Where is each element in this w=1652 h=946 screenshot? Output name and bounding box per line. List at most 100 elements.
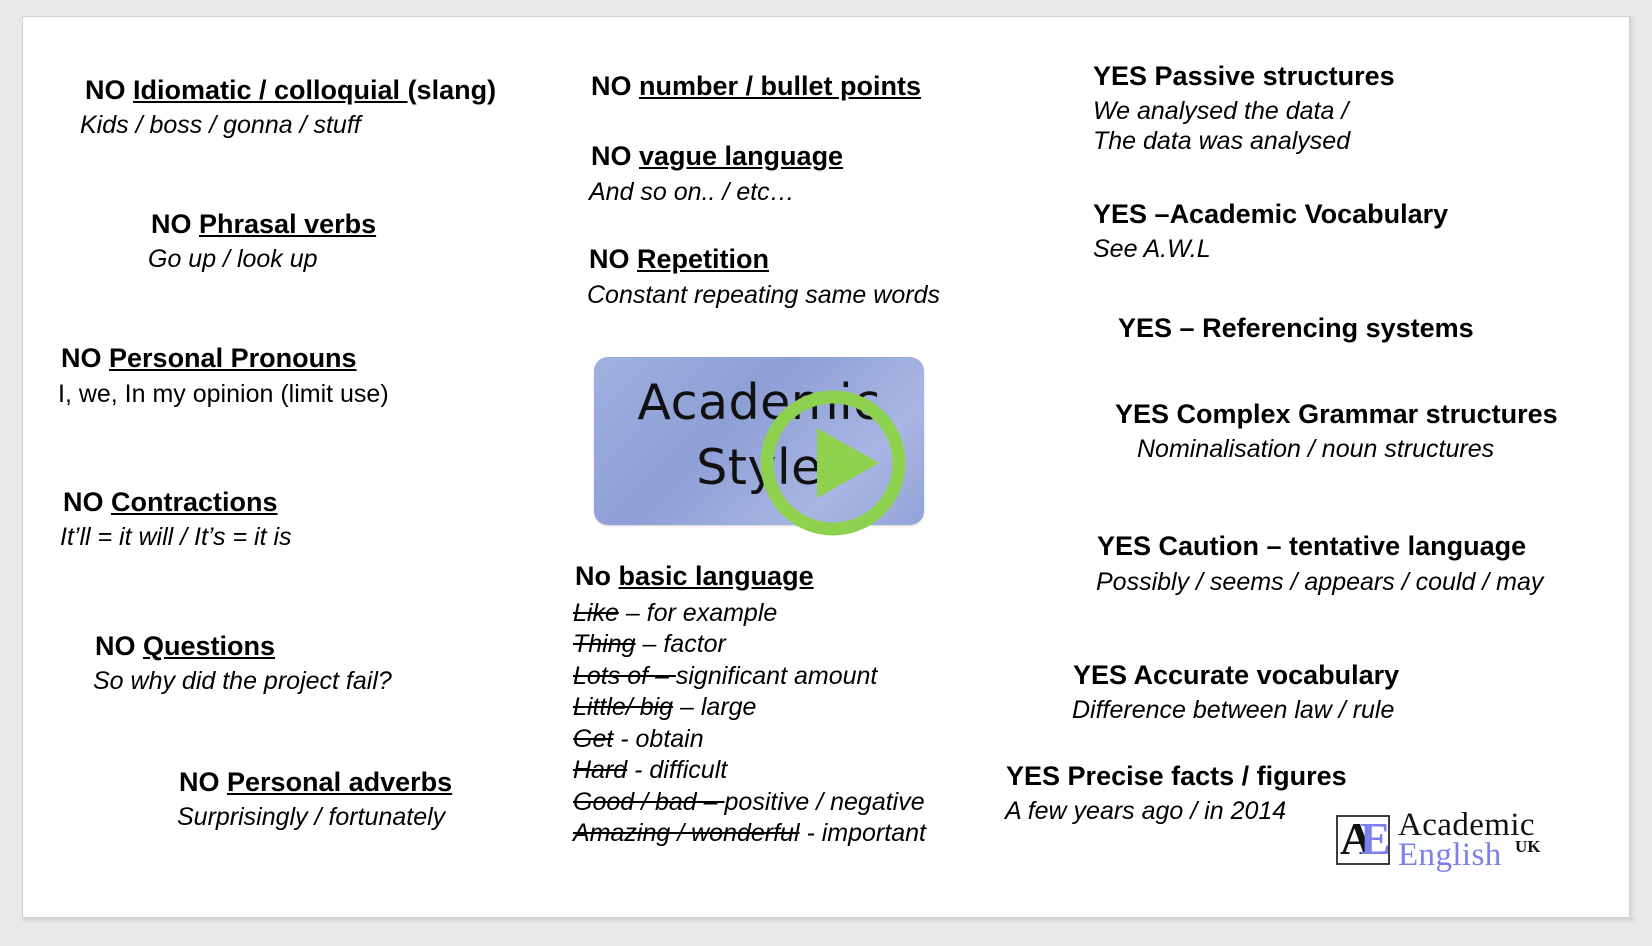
rule-repetition: NO Repetition Constant repeating same wo… xyxy=(587,244,940,310)
no-label: NO xyxy=(63,487,104,517)
tip-complex-grammar: YES Complex Grammar structures Nominalis… xyxy=(1115,399,1558,464)
basic-language-list: Like – for example Thing – factor Lots of … xyxy=(573,598,926,850)
rule-vague-language-heading: NO vague language xyxy=(591,141,843,173)
basic-language-bad-word: Amazing / wonderful xyxy=(573,819,800,848)
tip-passive-structures-term: Passive structures xyxy=(1154,61,1395,91)
rule-questions-term: Questions xyxy=(143,631,276,661)
basic-language-good-word: important xyxy=(821,819,926,848)
basic-language-separator: – xyxy=(618,598,647,627)
basic-language-good-word: significant amount xyxy=(675,661,878,690)
basic-language-bad-word: Thing xyxy=(573,630,636,659)
basic-language-bad-word: Get xyxy=(573,724,614,753)
no-label: NO xyxy=(61,343,102,373)
logo-letter-e: E xyxy=(1360,815,1390,864)
basic-language-good-word: positive / negative xyxy=(724,787,925,816)
slide-canvas: NO Idiomatic / colloquial (slang) Kids /… xyxy=(22,16,1630,918)
basic-language-separator: - xyxy=(799,819,822,848)
no-label: NO xyxy=(95,631,136,661)
rule-basic-language: No basic language Like – for example Thin… xyxy=(573,561,926,850)
play-icon xyxy=(760,390,906,536)
basic-language-bad-word: Hard xyxy=(573,756,628,785)
rule-personal-adverbs-heading: NO Personal adverbs xyxy=(179,767,452,799)
yes-label: YES xyxy=(1118,313,1173,343)
tip-precise-facts-heading: YES Precise facts / figures xyxy=(1006,761,1347,793)
tip-accurate-vocabulary-heading: YES Accurate vocabulary xyxy=(1073,660,1399,692)
tip-passive-structures-example-2: The data was analysed xyxy=(1093,126,1351,155)
basic-language-bad-word: Good / bad xyxy=(573,787,697,816)
tip-precise-facts-example: A few years ago / in 2014 xyxy=(1005,796,1287,825)
rule-vague-language-example: And so on.. / etc… xyxy=(589,177,795,206)
tip-passive-structures-heading: YES Passive structures xyxy=(1093,61,1395,93)
tip-academic-vocabulary: YES –Academic Vocabulary See A.W.L xyxy=(1093,199,1448,264)
basic-language-bad-word: Lots of xyxy=(573,661,649,690)
basic-language-item: Thing – factor xyxy=(573,629,926,661)
yes-label: YES xyxy=(1073,660,1128,690)
rule-basic-language-heading: No basic language xyxy=(575,561,926,593)
rule-contractions: NO Contractions It’ll = it will / It’s =… xyxy=(60,487,292,552)
rule-personal-pronouns-term: Personal Pronouns xyxy=(109,343,357,373)
academic-english-uk-logo[interactable]: A E Academic English UK xyxy=(1336,807,1544,873)
tip-accurate-vocabulary-term: Accurate vocabulary xyxy=(1133,660,1400,690)
rule-personal-adverbs-term: Personal adverbs xyxy=(227,767,453,797)
rule-repetition-term: Repetition xyxy=(637,244,770,274)
basic-language-separator: - xyxy=(613,724,636,753)
tip-caution-tentative-heading: YES Caution – tentative language xyxy=(1097,531,1543,563)
basic-language-item: Hard - difficult xyxy=(573,755,926,787)
no-label: No xyxy=(575,561,611,591)
yes-label: YES xyxy=(1115,399,1170,429)
rule-basic-language-term: basic language xyxy=(618,561,814,591)
ae-monogram-icon: A E xyxy=(1336,815,1390,865)
basic-language-good-word: for example xyxy=(646,598,778,627)
slide-shadow-right xyxy=(1630,16,1635,918)
logo-word-english: English xyxy=(1398,837,1502,873)
basic-language-item: Good / bad – positive / negative xyxy=(573,787,926,819)
basic-language-separator: – xyxy=(635,630,664,659)
slide-frame: NO Idiomatic / colloquial (slang) Kids /… xyxy=(0,0,1652,946)
tip-accurate-vocabulary-example: Difference between law / rule xyxy=(1072,695,1395,724)
tip-referencing-systems: YES – Referencing systems xyxy=(1118,313,1474,345)
rule-bullet-points-term: number / bullet points xyxy=(639,71,922,101)
basic-language-good-word: difficult xyxy=(649,756,728,785)
no-label: NO xyxy=(591,141,632,171)
rule-questions: NO Questions So why did the project fail… xyxy=(93,631,392,696)
tip-caution-tentative-example: Possibly / seems / appears / could / may xyxy=(1096,567,1544,596)
rule-repetition-heading: NO Repetition xyxy=(589,244,940,276)
rule-personal-adverbs-example: Surprisingly / fortunately xyxy=(177,802,446,831)
rule-idiomatic-term: Idiomatic / colloquial xyxy=(133,75,408,105)
basic-language-item: Little/ big – large xyxy=(573,692,926,724)
rule-personal-pronouns-example: I, we, In my opinion (limit use) xyxy=(58,379,389,408)
basic-language-bad-word: Like xyxy=(573,598,619,627)
yes-label: YES xyxy=(1006,761,1061,791)
no-label: NO xyxy=(589,244,630,274)
rule-bullet-points: NO number / bullet points xyxy=(591,71,921,103)
no-label: NO xyxy=(179,767,220,797)
rule-personal-pronouns: NO Personal Pronouns I, we, In my opinio… xyxy=(58,343,389,409)
rule-questions-heading: NO Questions xyxy=(95,631,392,663)
tip-referencing-systems-term: – Referencing systems xyxy=(1179,313,1474,343)
tip-academic-vocabulary-term: –Academic Vocabulary xyxy=(1154,199,1449,229)
rule-phrasal-verbs-example: Go up / look up xyxy=(148,244,318,273)
basic-language-good-word: obtain xyxy=(635,724,704,753)
basic-language-separator: – xyxy=(648,661,676,690)
rule-contractions-example: It’ll = it will / It’s = it is xyxy=(60,522,292,551)
basic-language-item: Get - obtain xyxy=(573,724,926,756)
tip-precise-facts-term: Precise facts / figures xyxy=(1067,761,1347,791)
tip-complex-grammar-term: Complex Grammar structures xyxy=(1176,399,1558,429)
basic-language-item: Like – for example xyxy=(573,598,926,630)
tip-caution-tentative: YES Caution – tentative language Possibl… xyxy=(1096,531,1544,597)
no-label: NO xyxy=(591,71,632,101)
tip-passive-structures-example-1: We analysed the data / xyxy=(1093,96,1349,125)
tip-accurate-vocabulary: YES Accurate vocabulary Difference betwe… xyxy=(1072,660,1399,725)
basic-language-separator: - xyxy=(627,756,650,785)
rule-repetition-example: Constant repeating same words xyxy=(587,280,940,309)
tip-complex-grammar-heading: YES Complex Grammar structures xyxy=(1115,399,1558,431)
play-button[interactable] xyxy=(757,387,909,539)
rule-vague-language-term: vague language xyxy=(639,141,844,171)
rule-idiomatic-heading: NO Idiomatic / colloquial (slang) xyxy=(85,75,496,107)
rule-vague-language: NO vague language And so on.. / etc… xyxy=(589,141,843,207)
basic-language-separator: – xyxy=(696,787,725,816)
tip-passive-structures: YES Passive structures We analysed the d… xyxy=(1093,61,1395,156)
yes-label: YES xyxy=(1093,61,1148,91)
rule-idiomatic: NO Idiomatic / colloquial (slang) Kids /… xyxy=(80,75,496,140)
no-label: NO xyxy=(151,209,192,239)
